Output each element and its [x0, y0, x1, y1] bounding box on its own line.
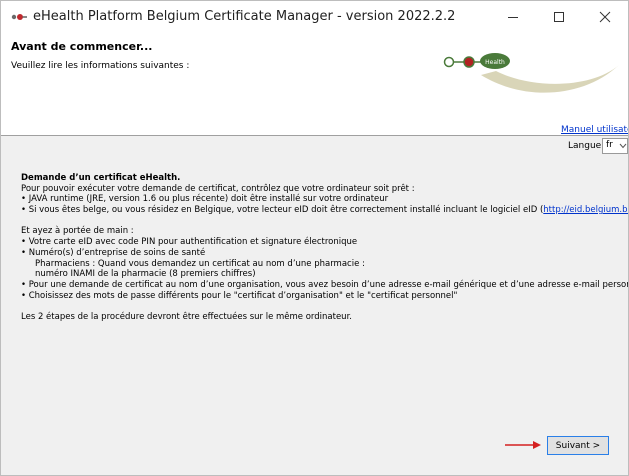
- requirement-eid-text: • Si vous êtes belge, ou vous résidez en…: [21, 205, 544, 216]
- title-bar[interactable]: eHealth Platform Belgium Certificate Man…: [1, 1, 628, 33]
- eid-link[interactable]: http://eid.belgium.be: [543, 205, 628, 215]
- wizard-header: Avant de commencer... Veuillez lire les …: [1, 33, 628, 135]
- language-label: Langue: [568, 141, 602, 151]
- user-manual-link[interactable]: Manuel utilisateur: [561, 125, 628, 135]
- maximize-button[interactable]: [536, 1, 582, 33]
- minimize-icon: [508, 17, 518, 18]
- item-company-number: • Numéro(s) d’entreprise de soins de san…: [21, 247, 206, 258]
- chevron-down-icon: [619, 143, 627, 149]
- ehealth-app-icon: [11, 14, 27, 20]
- ehealth-logo: Health: [443, 53, 619, 93]
- page-subtitle: Veuillez lire les informations suivantes…: [11, 61, 190, 71]
- content-footer: Les 2 étapes de la procédure devront êtr…: [21, 311, 352, 322]
- requirement-java: • JAVA runtime (JRE, version 1.6 ou plus…: [21, 194, 389, 205]
- header-divider: [1, 135, 628, 136]
- item-eid-card: • Votre carte eID avec code PIN pour aut…: [21, 237, 358, 248]
- app-window: eHealth Platform Belgium Certificate Man…: [0, 0, 629, 476]
- language-selected-value: fr: [606, 140, 613, 150]
- window-title: eHealth Platform Belgium Certificate Man…: [33, 9, 456, 24]
- item-pharmacist-note: Pharmaciens : Quand vous demandez un cer…: [35, 258, 365, 269]
- close-button[interactable]: [582, 1, 628, 33]
- minimize-button[interactable]: [490, 1, 536, 33]
- page-title: Avant de commencer...: [11, 40, 153, 53]
- instructions-content: Demande d’un certificat eHealth. Pour po…: [21, 173, 629, 323]
- requirement-eid: • Si vous êtes belge, ou vous résidez en…: [21, 205, 628, 216]
- content-intro: Pour pouvoir exécuter votre demande de c…: [21, 183, 415, 194]
- item-passwords: • Choisissez des mots de passe différent…: [21, 290, 458, 301]
- arrow-right-icon: [505, 441, 541, 449]
- language-select[interactable]: fr: [602, 138, 628, 154]
- have-at-hand-title: Et ayez à portée de main :: [21, 226, 134, 237]
- logo-text: Health: [485, 59, 505, 66]
- item-inami-number: numéro INAMI de la pharmacie (8 premiers…: [35, 269, 256, 280]
- item-organisation-email: • Pour une demande de certificat au nom …: [21, 279, 629, 290]
- content-heading: Demande d’un certificat eHealth.: [21, 173, 181, 183]
- maximize-icon: [554, 12, 564, 22]
- next-button[interactable]: Suivant >: [547, 436, 609, 455]
- close-icon: [599, 11, 611, 23]
